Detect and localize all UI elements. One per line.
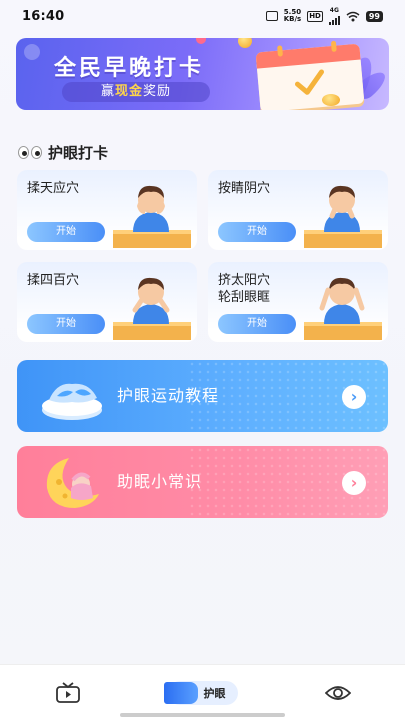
start-button[interactable]: 开始 bbox=[218, 314, 296, 334]
tab-eye-care-label: 护眼 bbox=[203, 687, 226, 700]
calendar-check-icon bbox=[255, 40, 365, 110]
exercise-card-2[interactable]: 按睛阴穴 开始 bbox=[208, 170, 388, 250]
eye-icon bbox=[324, 686, 351, 700]
exercise-name: 按睛阴穴 bbox=[218, 181, 271, 196]
battery-icon: 99 bbox=[365, 10, 383, 22]
eye-mask-icon bbox=[42, 383, 102, 420]
sleep-tips-label: 助眠小常识 bbox=[117, 472, 203, 491]
eye-exercise-tutorial-banner[interactable]: 护眼运动教程 › bbox=[17, 360, 388, 432]
home-indicator[interactable] bbox=[120, 713, 285, 717]
network-speed-unit: KB/s bbox=[283, 15, 302, 23]
status-icons: 5.50 KB/s HD 4G 99 bbox=[265, 7, 383, 25]
exercise-card-4[interactable]: 挤太阳穴 轮刮眼眶 开始 bbox=[208, 262, 388, 342]
tab-eye[interactable] bbox=[270, 665, 405, 720]
exercise-card-3[interactable]: 揉四百穴 开始 bbox=[17, 262, 197, 342]
chevron-right-icon[interactable]: › bbox=[342, 471, 366, 495]
chevron-right-icon[interactable]: › bbox=[342, 385, 366, 409]
exercise-name: 揉四百穴 bbox=[27, 273, 80, 288]
status-time: 16:40 bbox=[22, 8, 65, 24]
tv-icon bbox=[55, 682, 80, 703]
child-rubbing-eyes-icon bbox=[113, 185, 191, 248]
eye-care-section-header: 护眼打卡 bbox=[18, 142, 108, 163]
banner-subtitle-post: 奖励 bbox=[143, 84, 172, 99]
sleep-tips-banner[interactable]: 助眠小常识 › bbox=[17, 446, 388, 518]
wifi-icon bbox=[346, 11, 360, 21]
start-button[interactable]: 开始 bbox=[218, 222, 296, 242]
coin-icon bbox=[322, 94, 340, 106]
banner-subtitle-pre: 赢 bbox=[100, 84, 115, 99]
start-button[interactable]: 开始 bbox=[27, 222, 105, 242]
child-massaging-temples-icon bbox=[304, 277, 382, 340]
child-pressing-eyes-icon bbox=[304, 185, 382, 248]
hd-badge: HD bbox=[307, 10, 323, 22]
decor-dot-icon bbox=[196, 38, 206, 44]
moon-sleeping-baby-icon bbox=[46, 458, 99, 508]
status-bar: 16:40 5.50 KB/s HD 4G 99 bbox=[0, 0, 405, 32]
tab-eye-care[interactable]: 护眼 bbox=[135, 665, 270, 720]
coin-icon bbox=[238, 38, 252, 48]
banner-subtitle-highlight: 现金 bbox=[114, 84, 143, 99]
decor-bubble-icon bbox=[24, 44, 40, 60]
banner-subtitle: 赢现金奖励 bbox=[62, 82, 210, 102]
network-speed: 5.50 KB/s bbox=[284, 9, 301, 23]
checkin-promo-banner[interactable]: 全民早晚打卡 赢现金奖励 bbox=[16, 38, 389, 110]
cell-signal-icon: 4G bbox=[328, 7, 340, 25]
start-button[interactable]: 开始 bbox=[27, 314, 105, 334]
exercise-card-1[interactable]: 揉天应穴 开始 bbox=[17, 170, 197, 250]
banner-title: 全民早晚打卡 bbox=[54, 56, 205, 81]
child-massaging-face-icon bbox=[113, 277, 191, 340]
exercise-name: 揉天应穴 bbox=[27, 181, 80, 196]
bottom-tab-bar: 护眼 bbox=[0, 664, 405, 720]
vibrate-icon bbox=[265, 11, 278, 21]
tutorial-label: 护眼运动教程 bbox=[117, 386, 220, 405]
book-icon bbox=[163, 682, 198, 704]
tab-eye-care-active[interactable]: 护眼 bbox=[163, 681, 238, 705]
eyes-icon bbox=[18, 146, 42, 159]
section-title: 护眼打卡 bbox=[48, 144, 109, 162]
tab-video[interactable] bbox=[0, 665, 135, 720]
exercise-name: 挤太阳穴 轮刮眼眶 bbox=[218, 273, 271, 305]
